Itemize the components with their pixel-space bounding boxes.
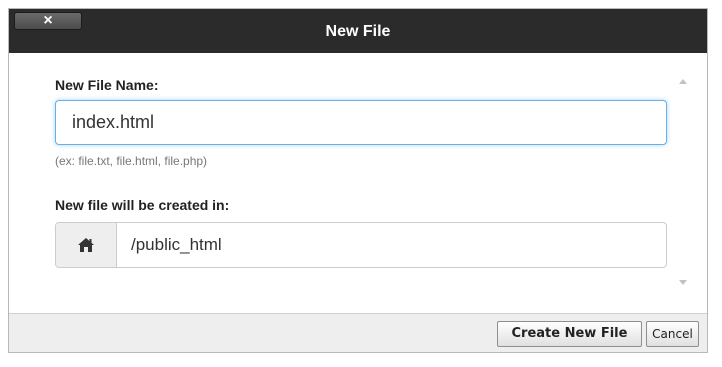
dialog-title: New File (325, 23, 391, 40)
scroll-up-arrow-icon[interactable] (679, 79, 687, 84)
dialog-body: New File Name: (ex: file.txt, file.html,… (9, 53, 707, 315)
location-label: New file will be created in: (55, 197, 230, 213)
create-new-file-button[interactable]: Create New File (497, 321, 642, 347)
file-name-input[interactable] (55, 100, 667, 145)
home-icon (56, 223, 117, 267)
location-path: /public_html (131, 235, 222, 254)
file-name-label: New File Name: (55, 77, 159, 93)
scroll-down-arrow-icon[interactable] (679, 280, 687, 285)
scrollbar[interactable] (676, 75, 691, 289)
dialog-titlebar: × New File (9, 9, 707, 53)
cancel-button[interactable]: Cancel (646, 321, 699, 347)
new-file-dialog: × New File New File Name: (ex: file.txt,… (8, 8, 708, 353)
file-name-hint: (ex: file.txt, file.html, file.php) (55, 154, 208, 168)
location-path-group: /public_html (55, 222, 667, 268)
dialog-footer: Create New File Cancel (9, 313, 707, 352)
